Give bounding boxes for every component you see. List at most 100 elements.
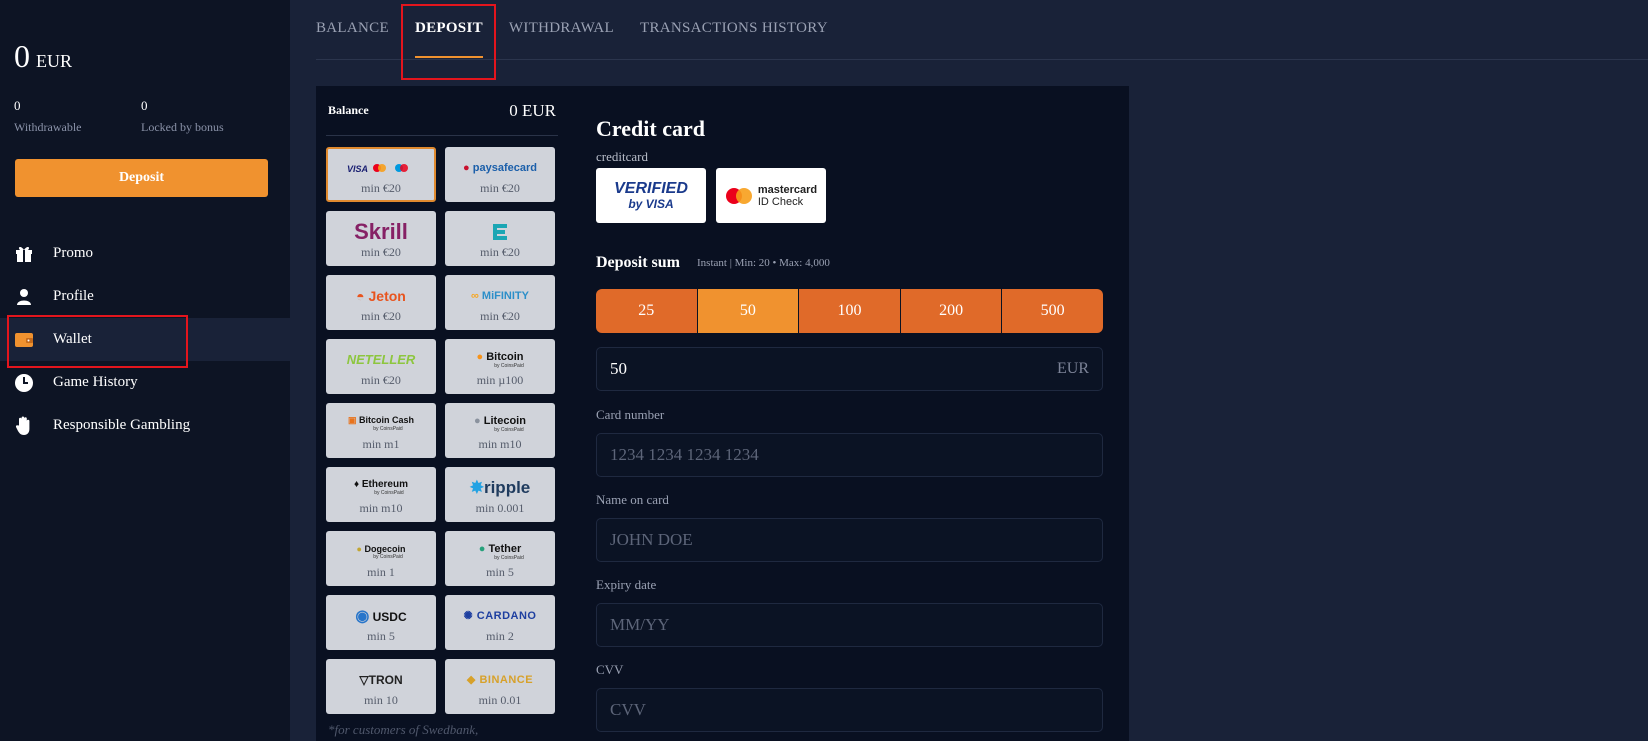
method-min: min 0.001 [475, 501, 525, 515]
mastercard-icon [725, 187, 752, 204]
dogecoin-logo: ● Dogecoin by CoinsPaid [356, 543, 406, 560]
balance-value: 0 [14, 38, 30, 74]
mifinity-logo: ∞ MiFINITY [471, 289, 529, 302]
method-neteller[interactable]: NETELLER min €20 [326, 339, 436, 394]
method-mifinity[interactable]: ∞ MiFINITY min €20 [445, 275, 555, 330]
card-number-input[interactable] [610, 445, 1089, 465]
expiry-date-label: Expiry date [596, 577, 657, 592]
balance-currency: EUR [36, 51, 72, 71]
method-binance[interactable]: ◆ BINANCE min 0.01 [445, 659, 555, 714]
method-min: min €20 [361, 245, 401, 259]
clock-icon [14, 373, 34, 393]
deposit-sum-label: Deposit sum [596, 254, 681, 271]
method-skrill[interactable]: Skrill min €20 [326, 211, 436, 266]
sidebar-item-responsible-gambling[interactable]: Responsible Gambling [0, 404, 290, 447]
payment-methods-grid: VISA min €20 ● paysafecard min €20 Skril… [326, 147, 558, 714]
locked-block: 0 Locked by bonus [141, 98, 224, 135]
tab-deposit[interactable]: DEPOSIT [414, 0, 483, 60]
method-cardano[interactable]: ✺ CARDANO min 2 [445, 595, 555, 650]
method-min: min 10 [364, 693, 398, 707]
amount-field: EUR [596, 347, 1103, 391]
tab-balance[interactable]: BALANCE [316, 0, 389, 60]
sidebar-item-promo[interactable]: Promo [0, 232, 290, 275]
method-min: min 2 [486, 629, 514, 643]
method-min: min €20 [480, 245, 520, 259]
method-min: min €20 [361, 181, 401, 195]
card-brands-logo: VISA [347, 154, 415, 181]
tab-withdrawal[interactable]: WITHDRAWAL [509, 0, 614, 60]
cvv-input[interactable] [610, 700, 1089, 720]
gift-icon [14, 244, 34, 264]
cvv-field [596, 688, 1103, 732]
name-on-card-label: Name on card [596, 492, 669, 507]
jeton-logo: ◓ Jeton [356, 287, 406, 304]
method-bitcoin[interactable]: ● Bitcoin by CoinsPaid min µ100 [445, 339, 555, 394]
method-litecoin[interactable]: ● Litecoin by CoinsPaid min m10 [445, 403, 555, 458]
amount-input[interactable] [610, 359, 1057, 379]
deposit-panel: Balance 0 EUR VISA min €20 ● paysafecard… [316, 86, 1129, 741]
ethereum-logo: ♦ Ethereum by CoinsPaid [353, 479, 408, 496]
method-tron[interactable]: ▽TRON min 10 [326, 659, 436, 714]
locked-value: 0 [141, 98, 148, 113]
tron-logo: ▽TRON [359, 672, 403, 687]
bitcoin-cash-logo: ▣ Bitcoin Cash by CoinsPaid [347, 415, 415, 432]
card-number-label: Card number [596, 407, 665, 422]
method-min: min 0.01 [478, 693, 522, 707]
sidebar-item-profile[interactable]: Profile [0, 275, 290, 318]
method-min: min €20 [480, 181, 520, 195]
withdrawable-label: Withdrawable [14, 120, 82, 134]
method-ripple[interactable]: ✸ripple min 0.001 [445, 467, 555, 522]
method-credit-card[interactable]: VISA min €20 [326, 147, 436, 202]
method-usdc[interactable]: ◉ USDC min 5 [326, 595, 436, 650]
bitcoin-logo: ● Bitcoin by CoinsPaid [476, 350, 524, 369]
method-paysafecard[interactable]: ● paysafecard min €20 [445, 147, 555, 202]
footnote: *for customers of Swedbank, [328, 722, 479, 737]
skrill-logo: Skrill [354, 218, 408, 244]
tether-logo: ● Tether by CoinsPaid [478, 542, 524, 561]
method-min: min 5 [367, 629, 395, 643]
expiry-date-field [596, 603, 1103, 647]
verified-by-visa-badge: VERIFIED by VISA [596, 168, 706, 223]
amount-preset-100[interactable]: 100 [799, 289, 901, 333]
sidebar: 0 EUR 0 Withdrawable 0 Locked by bonus D… [0, 0, 290, 741]
usdc-logo: ◉ USDC [355, 607, 407, 625]
sidebar-deposit-button[interactable]: Deposit [15, 159, 268, 197]
sidebar-item-label: Game History [53, 374, 138, 390]
amount-preset-25[interactable]: 25 [596, 289, 698, 333]
sidebar-item-label: Wallet [53, 331, 92, 347]
name-on-card-input[interactable] [610, 530, 1089, 550]
sidebar-nav: Promo Profile Wallet Game History Respon… [0, 232, 290, 447]
amount-preset-500[interactable]: 500 [1002, 289, 1103, 333]
method-jeton[interactable]: ◓ Jeton min €20 [326, 275, 436, 330]
cardano-logo: ✺ CARDANO [463, 610, 537, 622]
panel-balance-amount: 0 EUR [509, 100, 556, 120]
balance-display: 0 EUR [14, 38, 72, 75]
expiry-date-input[interactable] [610, 615, 1089, 635]
ripple-logo: ✸ripple [469, 477, 531, 497]
cvv-label: CVV [596, 662, 624, 677]
method-tether[interactable]: ● Tether by CoinsPaid min 5 [445, 531, 555, 586]
method-min: min m1 [362, 437, 400, 451]
amount-presets: 25 50 100 200 500 [596, 289, 1103, 333]
tab-transactions-history[interactable]: TRANSACTIONS HISTORY [640, 0, 828, 60]
wallet-tabs: BALANCE DEPOSIT WITHDRAWAL TRANSACTIONS … [316, 0, 854, 60]
method-min: min €20 [480, 309, 520, 323]
method-min: min €20 [361, 373, 401, 387]
sidebar-item-game-history[interactable]: Game History [0, 361, 290, 404]
name-on-card-field [596, 518, 1103, 562]
binance-logo: ◆ BINANCE [466, 674, 534, 686]
payment-method-subtitle: creditcard [596, 149, 648, 164]
method-ezeewallet[interactable]: min €20 [445, 211, 555, 266]
withdrawable-block: 0 Withdrawable [14, 98, 82, 135]
method-dogecoin[interactable]: ● Dogecoin by CoinsPaid min 1 [326, 531, 436, 586]
amount-currency: EUR [1057, 360, 1089, 377]
deposit-limits-info: Instant | Min: 20 • Max: 4,000 [697, 257, 830, 269]
amount-preset-200[interactable]: 200 [900, 289, 1003, 333]
amount-preset-50[interactable]: 50 [697, 289, 800, 333]
method-bitcoin-cash[interactable]: ▣ Bitcoin Cash by CoinsPaid min m1 [326, 403, 436, 458]
panel-balance-row: Balance 0 EUR [326, 86, 558, 136]
litecoin-logo: ● Litecoin by CoinsPaid [474, 414, 526, 433]
method-ethereum[interactable]: ♦ Ethereum by CoinsPaid min m10 [326, 467, 436, 522]
sidebar-item-wallet[interactable]: Wallet [0, 318, 290, 361]
method-min: min 1 [367, 565, 395, 579]
